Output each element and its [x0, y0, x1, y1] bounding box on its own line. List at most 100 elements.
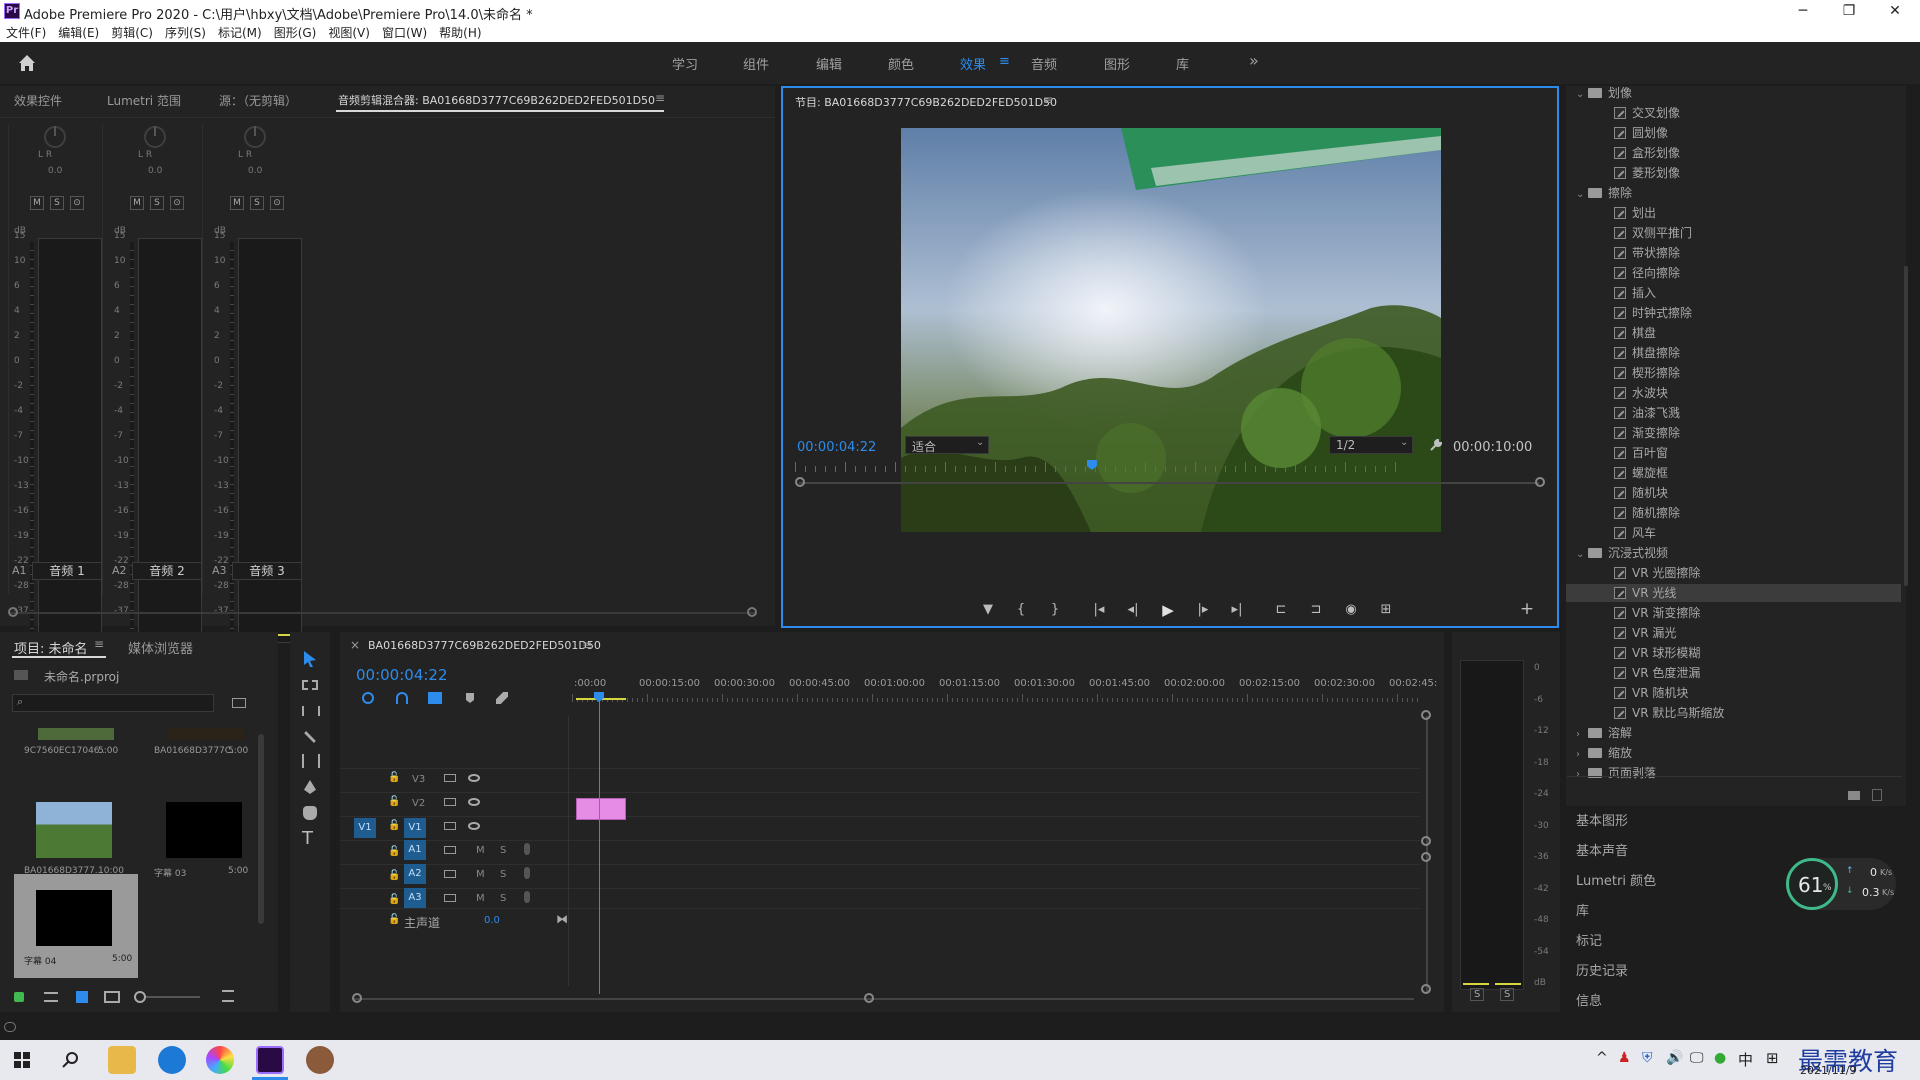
- menu-view[interactable]: 视图(V): [322, 22, 376, 41]
- minimize-button[interactable]: ─: [1780, 0, 1826, 22]
- effect-item[interactable]: 螺旋框: [1566, 464, 1901, 482]
- tab-audio-clip-mixer[interactable]: 音频剪辑混合器: BA01668D3777C69B262DED2FED501D5…: [338, 92, 655, 108]
- timeline-playhead-line[interactable]: [599, 694, 600, 994]
- menu-graphics[interactable]: 图形(G): [268, 22, 323, 41]
- effect-item[interactable]: 时钟式擦除: [1566, 304, 1901, 322]
- type-tool-icon[interactable]: T: [302, 828, 313, 849]
- shield-icon[interactable]: ⛨: [1642, 1050, 1653, 1066]
- effect-item[interactable]: VR 随机块: [1566, 684, 1901, 702]
- record-button[interactable]: ⊙: [270, 196, 284, 210]
- comparison-view-button[interactable]: ⊞: [1375, 602, 1397, 617]
- effect-item[interactable]: 油漆飞溅: [1566, 404, 1901, 422]
- close-button[interactable]: ✕: [1872, 0, 1918, 22]
- effect-item[interactable]: 菱形划像: [1566, 164, 1901, 182]
- ime-indicator[interactable]: 中: [1738, 1049, 1753, 1070]
- delete-icon[interactable]: [1872, 789, 1882, 801]
- program-scrub-ruler[interactable]: [795, 462, 1401, 474]
- effect-item[interactable]: VR 光圈擦除: [1566, 564, 1901, 582]
- search-icon[interactable]: [62, 1051, 80, 1069]
- export-frame-button[interactable]: ◉: [1340, 602, 1362, 617]
- menu-edit[interactable]: 编辑(E): [52, 22, 105, 41]
- track-target-audio[interactable]: A2: [404, 864, 426, 884]
- solo-right-button[interactable]: S: [1500, 988, 1515, 1001]
- track-label[interactable]: V2: [412, 798, 425, 809]
- chevron-right-icon[interactable]: ›: [1576, 726, 1588, 744]
- project-item[interactable]: 字幕 03 5:00: [144, 782, 254, 882]
- v-scroll-bottom-handle[interactable]: [1421, 984, 1431, 994]
- sort-icon[interactable]: [222, 990, 234, 1002]
- microphone-icon[interactable]: [524, 867, 530, 879]
- slip-tool-icon[interactable]: [302, 754, 320, 768]
- solo-button[interactable]: S: [500, 893, 506, 904]
- mute-button[interactable]: M: [30, 196, 44, 210]
- home-icon[interactable]: [16, 52, 38, 74]
- microphone-icon[interactable]: [524, 843, 530, 855]
- timeline-close-icon[interactable]: ×: [350, 638, 360, 652]
- mark-in-button[interactable]: {: [1010, 602, 1032, 617]
- go-to-in-button[interactable]: |◂: [1088, 602, 1110, 617]
- nest-toggle-icon[interactable]: [362, 692, 374, 704]
- panel-lumetri-color[interactable]: Lumetri 颜色: [1576, 870, 1656, 889]
- solo-button[interactable]: S: [250, 196, 264, 210]
- solo-button[interactable]: S: [500, 869, 506, 880]
- chevron-down-icon[interactable]: ⌄: [1576, 546, 1588, 564]
- mute-button[interactable]: M: [230, 196, 244, 210]
- h-scroll-right-handle[interactable]: [864, 993, 874, 1003]
- effect-item[interactable]: 百叶窗: [1566, 444, 1901, 462]
- project-item[interactable]: 9C7560EC17046... 5:00: [14, 728, 124, 764]
- razor-tool-icon[interactable]: [300, 727, 320, 747]
- project-menu-icon[interactable]: ≡: [94, 637, 104, 651]
- program-monitor-title[interactable]: 节目: BA01668D3777C69B262DED2FED501D50: [795, 94, 1057, 110]
- zoom-slider-track[interactable]: [146, 996, 200, 998]
- effect-item[interactable]: 棋盘擦除: [1566, 344, 1901, 362]
- maximize-button[interactable]: ❐: [1826, 0, 1872, 22]
- effects-scrollbar[interactable]: [1904, 266, 1908, 586]
- effect-item[interactable]: VR 光线: [1566, 584, 1901, 602]
- effect-item[interactable]: 随机擦除: [1566, 504, 1901, 522]
- panel-markers[interactable]: 标记: [1576, 930, 1602, 949]
- source-patch-v1[interactable]: V1: [354, 818, 376, 838]
- menu-help[interactable]: 帮助(H): [433, 22, 487, 41]
- add-marker-icon[interactable]: [466, 693, 474, 703]
- effect-folder[interactable]: ⌄ 划像: [1566, 84, 1901, 102]
- project-search-input[interactable]: ⌕: [12, 694, 214, 712]
- workspace-more-icon[interactable]: »: [1249, 51, 1259, 70]
- microphone-icon[interactable]: [524, 891, 530, 903]
- selection-tool-icon[interactable]: [302, 650, 318, 668]
- workspace-assembly[interactable]: 组件: [743, 54, 769, 73]
- v2-clip[interactable]: [576, 798, 626, 820]
- channel-name[interactable]: 音频 3: [232, 562, 302, 580]
- ripple-edit-tool-icon[interactable]: [302, 706, 320, 716]
- panel-libraries[interactable]: 库: [1576, 900, 1589, 919]
- panel-essential-sound[interactable]: 基本声音: [1576, 840, 1628, 859]
- windows-start-icon[interactable]: [14, 1052, 30, 1068]
- add-marker-button[interactable]: ▼: [977, 602, 999, 617]
- mixer-scroll-right-handle[interactable]: [747, 607, 757, 617]
- resolution-dropdown[interactable]: 1/2 ⌄: [1329, 436, 1413, 454]
- record-button[interactable]: ⊙: [170, 196, 184, 210]
- timeline-settings-wrench-icon[interactable]: [496, 692, 508, 704]
- panel-info[interactable]: 信息: [1576, 990, 1602, 1009]
- track-label[interactable]: V3: [412, 774, 425, 785]
- track-lock-icon[interactable]: 🔓: [388, 894, 400, 905]
- sync-lock-icon[interactable]: [444, 822, 456, 830]
- pen-tool-icon[interactable]: [304, 780, 316, 794]
- extract-button[interactable]: ⊐: [1305, 602, 1327, 617]
- effect-item[interactable]: 带状擦除: [1566, 244, 1901, 262]
- record-button[interactable]: ⊙: [70, 196, 84, 210]
- tray-expand-icon[interactable]: ^: [1596, 1050, 1608, 1066]
- track-target-v1[interactable]: V1: [404, 818, 426, 838]
- step-back-button[interactable]: ◂|: [1122, 602, 1144, 617]
- file-explorer-icon[interactable]: [108, 1046, 136, 1074]
- linked-selection-icon[interactable]: [428, 692, 442, 704]
- effect-item[interactable]: 随机块: [1566, 484, 1901, 502]
- program-timecode[interactable]: 00:00:04:22: [797, 440, 876, 455]
- effect-item[interactable]: VR 球形模糊: [1566, 644, 1901, 662]
- network-icon[interactable]: 🖵: [1690, 1050, 1704, 1066]
- channel-name[interactable]: 音频 2: [132, 562, 202, 580]
- new-search-bin-icon[interactable]: [232, 698, 246, 708]
- workspace-editing[interactable]: 编辑: [816, 54, 842, 73]
- workspace-audio[interactable]: 音频: [1031, 54, 1057, 73]
- effect-folder[interactable]: ⌄ 沉浸式视频: [1566, 544, 1901, 562]
- tray-app-icon[interactable]: ♟: [1618, 1050, 1631, 1066]
